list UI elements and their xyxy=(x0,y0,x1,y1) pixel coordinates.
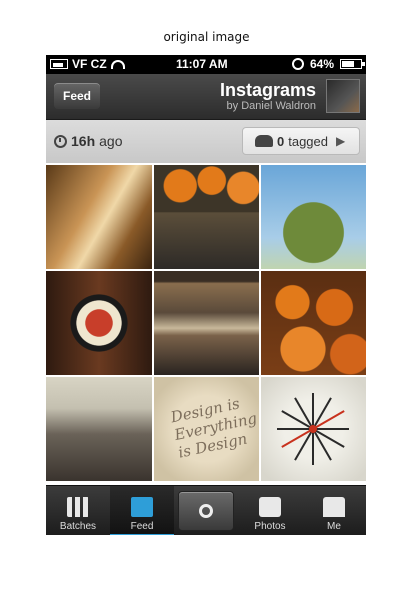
photo-starburst-clock[interactable] xyxy=(261,377,366,481)
nav-title-block: Instagrams by Daniel Waldron xyxy=(220,80,316,112)
photo-pumpkin-pile[interactable] xyxy=(261,271,366,375)
batches-icon xyxy=(67,497,89,517)
photo-pumpkins-feet[interactable] xyxy=(154,165,259,269)
me-icon xyxy=(323,497,345,517)
battery-icon xyxy=(340,59,365,69)
tab-me-label: Me xyxy=(327,521,341,532)
camera-button[interactable] xyxy=(178,491,234,531)
batch-age: 16h ago xyxy=(54,133,122,149)
chevron-right-icon: ▶ xyxy=(336,134,346,148)
back-button[interactable]: Feed xyxy=(54,83,100,109)
avatar[interactable] xyxy=(326,79,360,113)
navigation-bar: Feed Instagrams by Daniel Waldron xyxy=(46,74,366,120)
camera-icon xyxy=(199,504,213,518)
rotation-lock-icon xyxy=(291,58,304,70)
page-subtitle: by Daniel Waldron xyxy=(226,100,316,112)
image-caption: original image xyxy=(163,30,250,44)
status-time: 11:07 AM xyxy=(176,57,228,71)
age-value: 16h xyxy=(71,133,96,149)
tagged-button[interactable]: 0 tagged ▶ xyxy=(242,127,360,155)
tagged-label: tagged xyxy=(288,133,328,149)
page-title: Instagrams xyxy=(219,80,316,100)
photo-framed-poster[interactable] xyxy=(46,271,152,375)
tab-feed-label: Feed xyxy=(130,521,154,532)
tab-feed[interactable]: Feed xyxy=(110,486,174,535)
battery-percent: 64% xyxy=(309,57,334,71)
tab-bar: Batches Feed Photos Me xyxy=(46,485,366,535)
people-icon xyxy=(255,135,273,147)
photo-design-script[interactable]: Design is Everything is Design xyxy=(154,377,259,481)
photos-icon xyxy=(259,497,281,517)
carrier-name: VF CZ xyxy=(72,57,107,71)
batch-meta-bar: 16h ago 0 tagged ▶ xyxy=(46,120,366,163)
tab-camera[interactable] xyxy=(174,486,238,535)
wifi-icon xyxy=(110,59,125,69)
status-bar: VF CZ 11:07 AM 64% xyxy=(46,55,366,74)
photo-grid: Design is Everything is Design xyxy=(46,165,366,481)
tab-photos-label: Photos xyxy=(254,521,286,532)
signal-icon xyxy=(50,59,68,69)
tab-batches[interactable]: Batches xyxy=(46,486,110,535)
photo-books[interactable] xyxy=(46,165,152,269)
photo-tree-sky[interactable] xyxy=(261,165,366,269)
tab-me[interactable]: Me xyxy=(302,486,366,535)
photo-script-text: Design is Everything is Design xyxy=(169,394,259,462)
photo-city-fog[interactable] xyxy=(46,377,152,481)
clock-icon xyxy=(54,134,67,148)
tab-photos[interactable]: Photos xyxy=(238,486,302,535)
photo-shelf[interactable] xyxy=(154,271,259,375)
feed-icon xyxy=(131,497,153,517)
phone-screen: VF CZ 11:07 AM 64% Feed Instagrams by Da… xyxy=(46,55,366,535)
tab-batches-label: Batches xyxy=(59,521,97,532)
tagged-count: 0 xyxy=(277,133,285,149)
age-suffix: ago xyxy=(99,133,123,149)
